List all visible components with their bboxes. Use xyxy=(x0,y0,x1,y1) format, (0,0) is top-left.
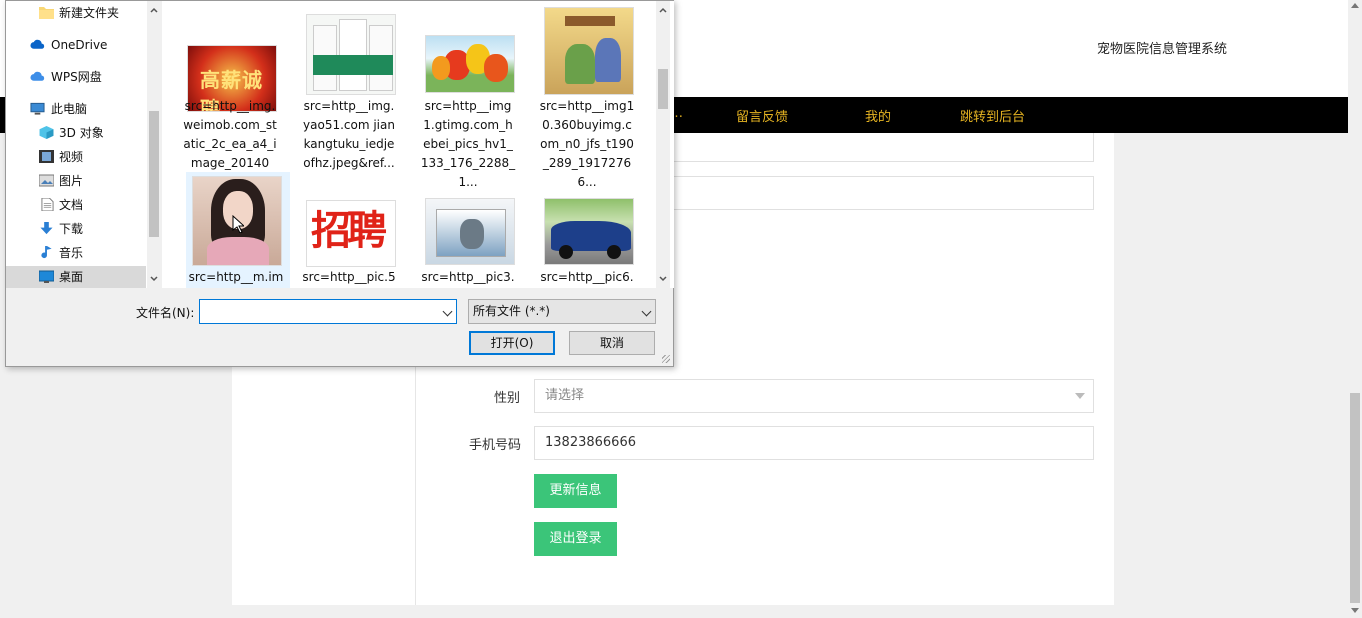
nav-item-videos[interactable]: 视频 xyxy=(6,146,146,168)
chevron-down-icon xyxy=(641,306,652,317)
document-icon xyxy=(41,198,54,211)
file-thumbnail xyxy=(425,198,515,265)
file-item[interactable]: 招聘 src=http__pic.5 xyxy=(297,172,401,288)
desktop-icon xyxy=(39,270,54,283)
nav-item-wps-cloud[interactable]: WPS网盘 xyxy=(6,66,146,88)
file-name: src=http__pic3. xyxy=(421,270,515,284)
gender-placeholder: 请选择 xyxy=(545,388,585,403)
nav-item-feedback[interactable]: 留言反馈 xyxy=(736,106,788,125)
logout-button[interactable]: 退出登录 xyxy=(534,522,617,556)
nav-item-3d-objects[interactable]: 3D 对象 xyxy=(6,122,146,144)
download-icon xyxy=(40,222,53,235)
file-item[interactable]: src=http__img.yao51.com jiankangtuku_ied… xyxy=(297,1,401,170)
nav-item-downloads[interactable]: 下载 xyxy=(6,218,146,240)
file-item[interactable]: 高薪诚聘 src=http__img.weimob.com_static_2c_… xyxy=(178,1,282,189)
nav-item-mine[interactable]: 我的 xyxy=(865,106,891,125)
chevron-down-icon[interactable] xyxy=(150,276,158,282)
file-item[interactable]: src=http__img10.360buyimg.com_n0_jfs_t19… xyxy=(535,1,639,189)
filename-label: 文件名(N): xyxy=(136,306,195,320)
chevron-down-icon xyxy=(1075,393,1085,399)
nav-item-onedrive[interactable]: OneDrive xyxy=(6,34,146,56)
video-icon xyxy=(39,150,54,163)
file-thumbnail xyxy=(425,35,515,93)
file-thumbnail xyxy=(544,198,634,265)
nav-item-admin[interactable]: 跳转到后台 xyxy=(960,106,1025,125)
nav-item-pictures[interactable]: 图片 xyxy=(6,170,146,192)
cube-icon xyxy=(39,126,54,139)
page-scrollbar[interactable] xyxy=(1348,0,1362,618)
nav-item-new-folder[interactable]: 新建文件夹 xyxy=(6,2,146,24)
file-item[interactable]: src=http__img1.gtimg.com_hebei_pics_hv1_… xyxy=(416,1,520,189)
chevron-down-icon[interactable] xyxy=(659,276,667,282)
chevron-up-icon[interactable] xyxy=(659,7,667,13)
page-scroll-thumb[interactable] xyxy=(1350,393,1360,603)
picture-icon xyxy=(39,174,54,187)
chevron-up-icon[interactable] xyxy=(150,7,158,13)
music-icon xyxy=(41,246,52,259)
file-pane-scrollbar[interactable] xyxy=(656,1,670,288)
nav-item-desktop[interactable]: 桌面 xyxy=(6,266,146,288)
file-thumbnail xyxy=(306,14,396,95)
file-thumbnail: 招聘 xyxy=(306,200,396,267)
mouse-cursor-icon xyxy=(232,215,244,233)
nav-item-music[interactable]: 音乐 xyxy=(6,242,146,264)
file-name: src=http__pic.5 xyxy=(302,270,396,284)
nav-pane-scrollbar[interactable] xyxy=(147,1,161,288)
update-info-button[interactable]: 更新信息 xyxy=(534,474,617,508)
navigation-pane: 新建文件夹 OneDrive WPS网盘 此电脑 3D 对象 视频 图片 文档 xyxy=(6,1,161,288)
file-open-dialog: 新建文件夹 OneDrive WPS网盘 此电脑 3D 对象 视频 图片 文档 xyxy=(5,0,674,367)
file-item[interactable]: src=http__pic3. xyxy=(416,172,520,288)
nav-item-this-pc[interactable]: 此电脑 xyxy=(6,98,146,120)
filename-input[interactable] xyxy=(199,299,457,324)
filetype-select[interactable]: 所有文件 (*.*) xyxy=(468,299,656,324)
computer-icon xyxy=(30,102,45,115)
file-thumbnail xyxy=(544,7,634,95)
gender-label: 性别 xyxy=(493,391,520,406)
file-scroll-thumb[interactable] xyxy=(658,69,668,109)
cloud-icon xyxy=(30,39,45,49)
phone-label: 手机号码 xyxy=(468,438,521,453)
file-name: src=http__m.im xyxy=(188,270,284,284)
file-list-pane: 高薪诚聘 src=http__img.weimob.com_static_2c_… xyxy=(162,1,674,288)
phone-input[interactable]: 13823866666 xyxy=(534,426,1094,460)
cloud-icon xyxy=(30,71,45,81)
cancel-button[interactable]: 取消 xyxy=(569,331,655,355)
scroll-down-icon[interactable] xyxy=(1351,608,1359,613)
scroll-up-icon[interactable] xyxy=(1351,3,1359,8)
filetype-value: 所有文件 (*.*) xyxy=(473,304,550,318)
nav-scroll-thumb[interactable] xyxy=(149,111,159,237)
chevron-down-icon[interactable] xyxy=(442,306,453,317)
file-name: src=http__pic6. xyxy=(540,270,634,284)
gender-select[interactable]: 请选择 xyxy=(534,379,1094,413)
thumbnail-caption: 招聘 xyxy=(311,208,387,254)
resize-grip-icon[interactable] xyxy=(662,355,670,363)
site-title: 宠物医院信息管理系统 xyxy=(1097,42,1228,57)
folder-icon xyxy=(39,7,54,19)
file-name: src=http__img.yao51.com jiankangtuku_ied… xyxy=(303,99,395,170)
open-button[interactable]: 打开(O) xyxy=(469,331,555,355)
file-item[interactable]: src=http__pic6. xyxy=(535,172,639,288)
nav-item-documents[interactable]: 文档 xyxy=(6,194,146,216)
